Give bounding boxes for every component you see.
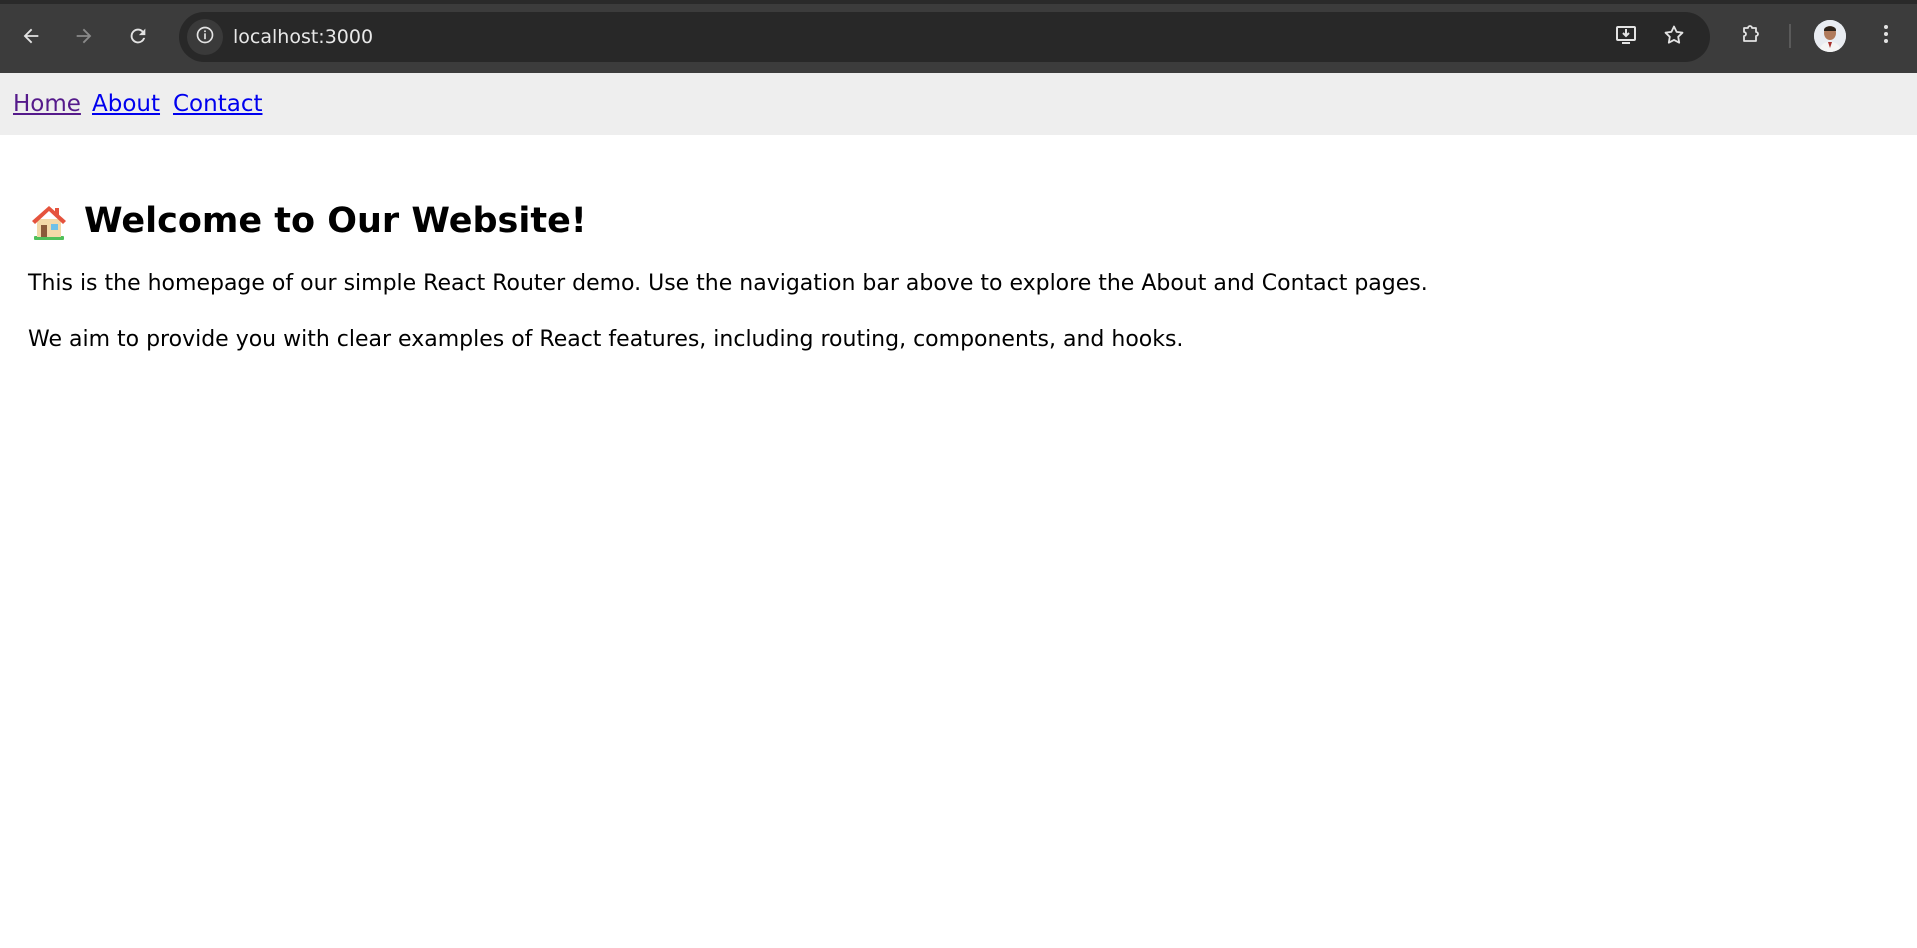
site-navbar: Home About Contact bbox=[0, 73, 1917, 135]
nav-link-home[interactable]: Home bbox=[13, 73, 81, 135]
address-bar[interactable]: localhost:3000 bbox=[179, 12, 1710, 62]
back-button[interactable] bbox=[13, 18, 49, 54]
browser-menu-button[interactable] bbox=[1868, 18, 1904, 54]
forward-arrow-icon bbox=[73, 25, 95, 47]
install-app-button[interactable] bbox=[1610, 21, 1642, 53]
mission-paragraph: We aim to provide you with clear example… bbox=[28, 327, 1184, 352]
page-content: Welcome to Our Website! This is the home… bbox=[28, 195, 1888, 352]
intro-paragraph: This is the homepage of our simple React… bbox=[28, 271, 1428, 296]
browser-toolbar: localhost:3000 bbox=[0, 0, 1917, 73]
tab-strip-edge bbox=[0, 0, 1917, 4]
install-app-icon bbox=[1614, 23, 1638, 51]
kebab-menu-icon bbox=[1874, 22, 1898, 50]
nav-link-contact[interactable]: Contact bbox=[173, 73, 262, 135]
reload-button[interactable] bbox=[120, 18, 156, 54]
forward-button[interactable] bbox=[66, 18, 102, 54]
site-info-button[interactable] bbox=[187, 19, 223, 55]
url-text[interactable]: localhost:3000 bbox=[233, 12, 373, 62]
extensions-button[interactable] bbox=[1733, 18, 1769, 54]
page-title-text: Welcome to Our Website! bbox=[84, 201, 587, 241]
avatar[interactable] bbox=[1814, 20, 1846, 52]
back-arrow-icon bbox=[20, 25, 42, 47]
toolbar-separator bbox=[1789, 24, 1791, 48]
info-icon bbox=[195, 25, 215, 49]
star-icon bbox=[1662, 23, 1686, 51]
puzzle-icon bbox=[1739, 22, 1763, 50]
nav-link-about[interactable]: About bbox=[92, 73, 160, 135]
house-icon bbox=[28, 200, 70, 242]
bookmark-button[interactable] bbox=[1658, 21, 1690, 53]
page-title: Welcome to Our Website! bbox=[28, 195, 1888, 247]
reload-icon bbox=[127, 25, 149, 47]
